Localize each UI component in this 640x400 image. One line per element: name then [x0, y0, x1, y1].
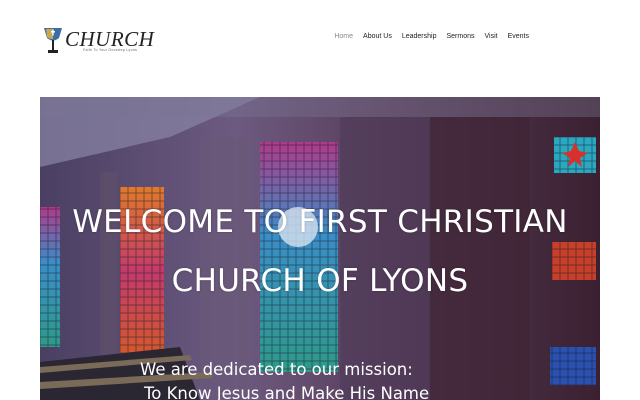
hero-subtitle-line2: To Know Jesus and Make His Name — [144, 384, 430, 400]
logo-wordmark: CHURCH — [65, 27, 155, 51]
nav-events[interactable]: Events — [503, 33, 534, 40]
logo-tagline: Faith To Your Doorstep Lyons — [83, 48, 138, 52]
chalice-logo-icon — [44, 28, 62, 53]
nav-visit[interactable]: Visit — [479, 33, 502, 40]
nav-leadership[interactable]: Leadership — [397, 33, 442, 40]
nav-sermons[interactable]: Sermons — [441, 33, 479, 40]
site-header: CHURCH Faith To Your Doorstep Lyons Home… — [0, 0, 640, 96]
nav-about-us[interactable]: About Us — [358, 33, 397, 40]
hero-title: WELCOME TO FIRST CHRISTIAN CHURCH OF LYO… — [72, 204, 568, 299]
hero-subtitle: We are dedicated to our mission: To Know… — [140, 358, 500, 400]
hero-banner: WELCOME TO FIRST CHRISTIAN CHURCH OF LYO… — [40, 97, 600, 400]
main-nav: Home About Us Leadership Sermons Visit E… — [329, 33, 534, 40]
hero-subtitle-line1: We are dedicated to our mission: — [140, 360, 413, 379]
church-logo[interactable]: CHURCH Faith To Your Doorstep Lyons — [43, 26, 155, 56]
nav-home[interactable]: Home — [329, 33, 358, 40]
